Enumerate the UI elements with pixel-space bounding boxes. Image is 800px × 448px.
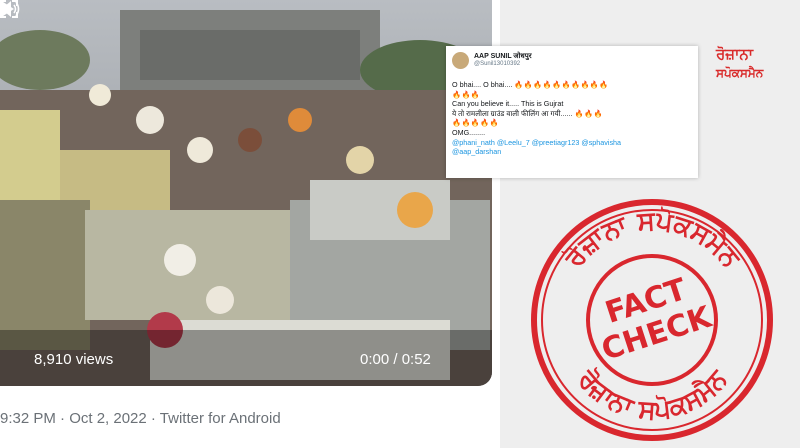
tweet-line: O bhai.... O bhai.... 🔥🔥🔥🔥🔥🔥🔥🔥🔥🔥 bbox=[452, 80, 609, 89]
logo-line-2: ਸਪੋਕਸਮੈਨ bbox=[716, 66, 764, 80]
tweet-body: O bhai.... O bhai.... 🔥🔥🔥🔥🔥🔥🔥🔥🔥🔥 🔥🔥🔥 Can… bbox=[452, 80, 692, 157]
tweet-card: AAP SUNIL जोधपुर @Sunil13010392 O bhai..… bbox=[446, 46, 698, 178]
video-time: 0:00 / 0:52 bbox=[360, 351, 431, 368]
brand-logo: ਰੋਜ਼ਾਨਾ ਸਪੋਕਸਮੈਨ bbox=[716, 46, 800, 82]
tweet-line: 🔥🔥🔥 bbox=[452, 90, 692, 100]
tweet-mentions-2[interactable]: @aap_darshan bbox=[452, 147, 692, 157]
stamp-bottom-arc: ਰੋਜ਼ਾਨਾ ਸਪੋਕਸਮੈਨ bbox=[571, 364, 735, 426]
video-frame bbox=[0, 0, 492, 386]
fire-emoji: 🔥🔥🔥 bbox=[452, 89, 481, 99]
fire-emoji: 🔥🔥🔥🔥🔥🔥🔥🔥🔥🔥 bbox=[514, 80, 609, 89]
video-player[interactable]: 8,910 views 0:00 / 0:52 bbox=[0, 0, 492, 386]
tweet-line: Can you believe it..... This is Gujrat bbox=[452, 99, 564, 109]
tweet-author-name[interactable]: AAP SUNIL जोधपुर bbox=[474, 52, 532, 61]
tweet-line: ये तो रामलीला ग्राउंड वाली फीलिंग आ गयी.… bbox=[452, 108, 603, 118]
fact-check-stamp: ਰੋਜ਼ਾਨਾ ਸਪੋਕਸਮੈਨ ਰੋਜ਼ਾਨਾ ਸਪੋਕਸਮੈਨ FACT C… bbox=[531, 199, 773, 441]
tweet-line: OMG........ bbox=[452, 127, 486, 137]
fullscreen-icon[interactable] bbox=[0, 0, 18, 18]
view-count: 8,910 views bbox=[34, 351, 114, 368]
fire-emoji: 🔥🔥🔥🔥🔥 bbox=[452, 118, 500, 128]
tweet-mentions[interactable]: @phani_nath @Leelu_7 @preetiagr123 @spha… bbox=[452, 138, 692, 148]
stamp-top-arc: ਰੋਜ਼ਾਨਾ ਸਪੋਕਸਮੈਨ bbox=[558, 205, 746, 274]
tweet-author-handle[interactable]: @Sunil13010392 bbox=[474, 61, 520, 67]
logo-line-1: ਰੋਜ਼ਾਨਾ bbox=[716, 46, 754, 63]
avatar[interactable] bbox=[452, 52, 469, 69]
tweet-line: 🔥🔥🔥🔥🔥 bbox=[452, 118, 692, 128]
tweet-timestamp: 9:32 PM · Oct 2, 2022 · Twitter for Andr… bbox=[0, 410, 281, 427]
fire-emoji: 🔥🔥🔥 bbox=[574, 108, 603, 118]
